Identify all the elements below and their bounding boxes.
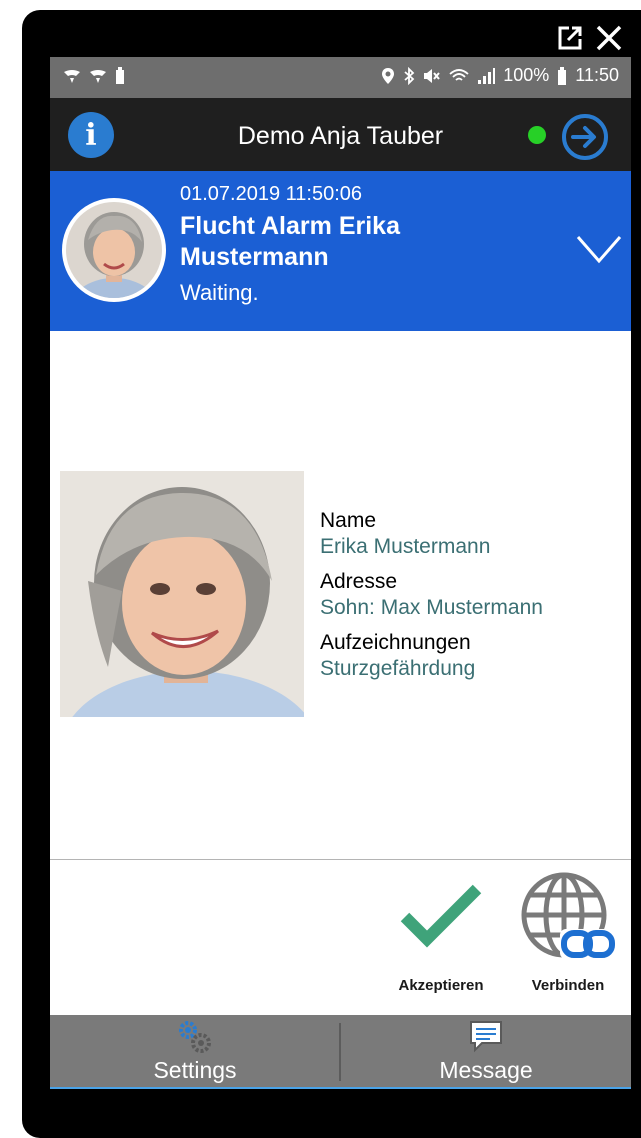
- address-value: Sohn: Max Mustermann: [320, 596, 543, 619]
- connect-button[interactable]: Verbinden: [516, 869, 620, 994]
- online-status-indicator: [528, 126, 546, 144]
- alarm-title: Flucht Alarm Erika Mustermann: [180, 212, 400, 271]
- divider: [50, 859, 631, 860]
- accept-button[interactable]: Akzeptieren: [386, 879, 496, 994]
- close-icon[interactable]: [594, 23, 624, 53]
- message-icon: [470, 1021, 502, 1053]
- name-value: Erika Mustermann: [320, 535, 491, 558]
- gear-icon: [179, 1021, 211, 1053]
- signal-icon: [478, 67, 496, 84]
- nav-message[interactable]: Message: [341, 1015, 631, 1087]
- nav-settings[interactable]: Settings: [50, 1015, 340, 1087]
- mute-icon: [424, 68, 441, 83]
- status-bar: 100% 11:50: [50, 57, 631, 98]
- resident-details: Name Erika Mustermann Adresse Sohn: Max …: [320, 508, 543, 691]
- battery-percent: 100%: [503, 65, 550, 85]
- location-icon: [382, 67, 395, 84]
- accept-label: Akzeptieren: [398, 977, 484, 994]
- notification-icon: [64, 70, 80, 83]
- avatar: [62, 198, 166, 302]
- window-controls: [556, 18, 624, 58]
- bluetooth-icon: [404, 66, 415, 85]
- globe-link-icon: [521, 872, 616, 959]
- address-label: Adresse: [320, 570, 398, 593]
- app-bar: i Demo Anja Tauber: [50, 98, 631, 171]
- notification-icon: [90, 70, 106, 83]
- popout-icon[interactable]: [556, 24, 584, 52]
- bottom-nav: Settings Message: [50, 1015, 631, 1089]
- nav-settings-label: Settings: [153, 1057, 237, 1083]
- battery-saver-icon: [116, 67, 124, 84]
- nav-message-label: Message: [439, 1057, 533, 1083]
- alarm-timestamp: 01.07.2019 11:50:06: [180, 183, 363, 205]
- arrow-right-circle-icon[interactable]: [560, 112, 610, 162]
- chevron-down-icon[interactable]: [574, 229, 624, 269]
- connect-label: Verbinden: [531, 977, 605, 994]
- phone-screen: 100% 11:50 i Demo Anja Tauber 01.07.2019…: [50, 57, 631, 1089]
- records-label: Aufzeichnungen: [320, 631, 471, 654]
- person-photo: [60, 471, 304, 717]
- alarm-card[interactable]: 01.07.2019 11:50:06 Flucht Alarm Erika M…: [50, 171, 631, 331]
- alarm-status: Waiting.: [180, 280, 259, 305]
- battery-icon: [558, 66, 567, 85]
- clock: 11:50: [575, 65, 619, 85]
- name-label: Name: [320, 509, 377, 532]
- checkmark-icon: [400, 884, 482, 948]
- records-value: Sturzgefährdung: [320, 657, 476, 680]
- wifi-icon: [449, 68, 469, 81]
